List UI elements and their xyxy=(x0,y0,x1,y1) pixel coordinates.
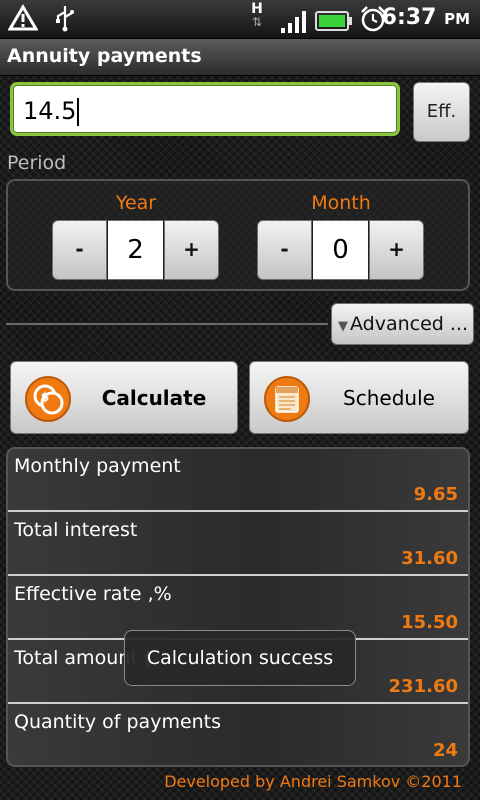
calculate-button[interactable]: $ Calculate xyxy=(10,361,238,434)
year-stepper: - 2 + xyxy=(52,220,220,280)
month-value[interactable]: 0 xyxy=(313,220,368,280)
year-value[interactable]: 2 xyxy=(108,220,163,280)
battery-icon xyxy=(315,11,352,31)
result-row-total-interest: Total interest 31.60 xyxy=(8,513,468,576)
schedule-button[interactable]: Schedule xyxy=(249,361,469,434)
result-row-monthly-payment: Monthly payment 9.65 xyxy=(8,449,468,512)
calculate-label: Calculate xyxy=(101,386,207,410)
clock-time: 6:37 xyxy=(381,5,437,30)
year-title: Year xyxy=(115,192,157,214)
result-label: Quantity of payments xyxy=(14,711,222,733)
year-increment-button[interactable]: + xyxy=(164,220,219,280)
results-panel: Monthly payment 9.65 Total interest 31.6… xyxy=(6,447,470,767)
row-separator xyxy=(8,702,468,704)
advanced-button-label: Advanced ... xyxy=(350,313,469,335)
year-decrement-button[interactable]: - xyxy=(52,220,107,280)
result-value: 9.65 xyxy=(413,484,458,505)
network-h-icon: H ⇅ xyxy=(248,2,266,28)
triangle-down-icon: ▼ xyxy=(338,319,348,334)
advanced-button[interactable]: ▼ Advanced ... xyxy=(331,303,474,345)
period-label: Period xyxy=(7,152,67,174)
developer-credit: Developed by Andrei Samkov ©2011 xyxy=(164,772,462,791)
coins-icon: $ xyxy=(25,376,71,422)
month-stepper: - 0 + xyxy=(257,220,425,280)
month-increment-button[interactable]: + xyxy=(369,220,424,280)
signal-icon xyxy=(281,11,306,33)
toast-message: Calculation success xyxy=(124,630,356,686)
effective-rate-button[interactable]: Eff. xyxy=(413,82,470,142)
network-type-label: H xyxy=(251,1,263,17)
svg-text:$: $ xyxy=(41,390,49,404)
result-value: 15.50 xyxy=(401,612,458,633)
status-bar: H ⇅ 6:37 PM xyxy=(0,0,480,39)
row-separator xyxy=(8,574,468,576)
result-label: Total interest xyxy=(14,519,138,541)
divider xyxy=(6,323,328,325)
result-value: 24 xyxy=(432,740,458,761)
usb-icon xyxy=(56,6,74,32)
warning-icon xyxy=(8,4,38,31)
result-label: Effective rate ,% xyxy=(14,583,172,605)
title-bar: Annuity payments xyxy=(0,39,480,76)
calendar-icon xyxy=(264,376,310,422)
month-decrement-button[interactable]: - xyxy=(257,220,312,280)
result-row-quantity-of-payments: Quantity of payments 24 xyxy=(8,705,468,765)
result-value: 31.60 xyxy=(401,548,458,569)
text-cursor xyxy=(77,98,80,126)
result-value: 231.60 xyxy=(388,676,458,697)
clock-ampm: PM xyxy=(444,10,470,28)
result-label: Monthly payment xyxy=(14,455,181,477)
interest-rate-value: 14.5 xyxy=(23,97,77,125)
app-title: Annuity payments xyxy=(7,45,202,67)
interest-rate-input[interactable]: 14.5 xyxy=(10,82,400,136)
row-separator xyxy=(8,510,468,512)
status-clock: 6:37 PM xyxy=(382,5,470,30)
month-title: Month xyxy=(311,192,371,214)
schedule-label: Schedule xyxy=(343,386,435,410)
